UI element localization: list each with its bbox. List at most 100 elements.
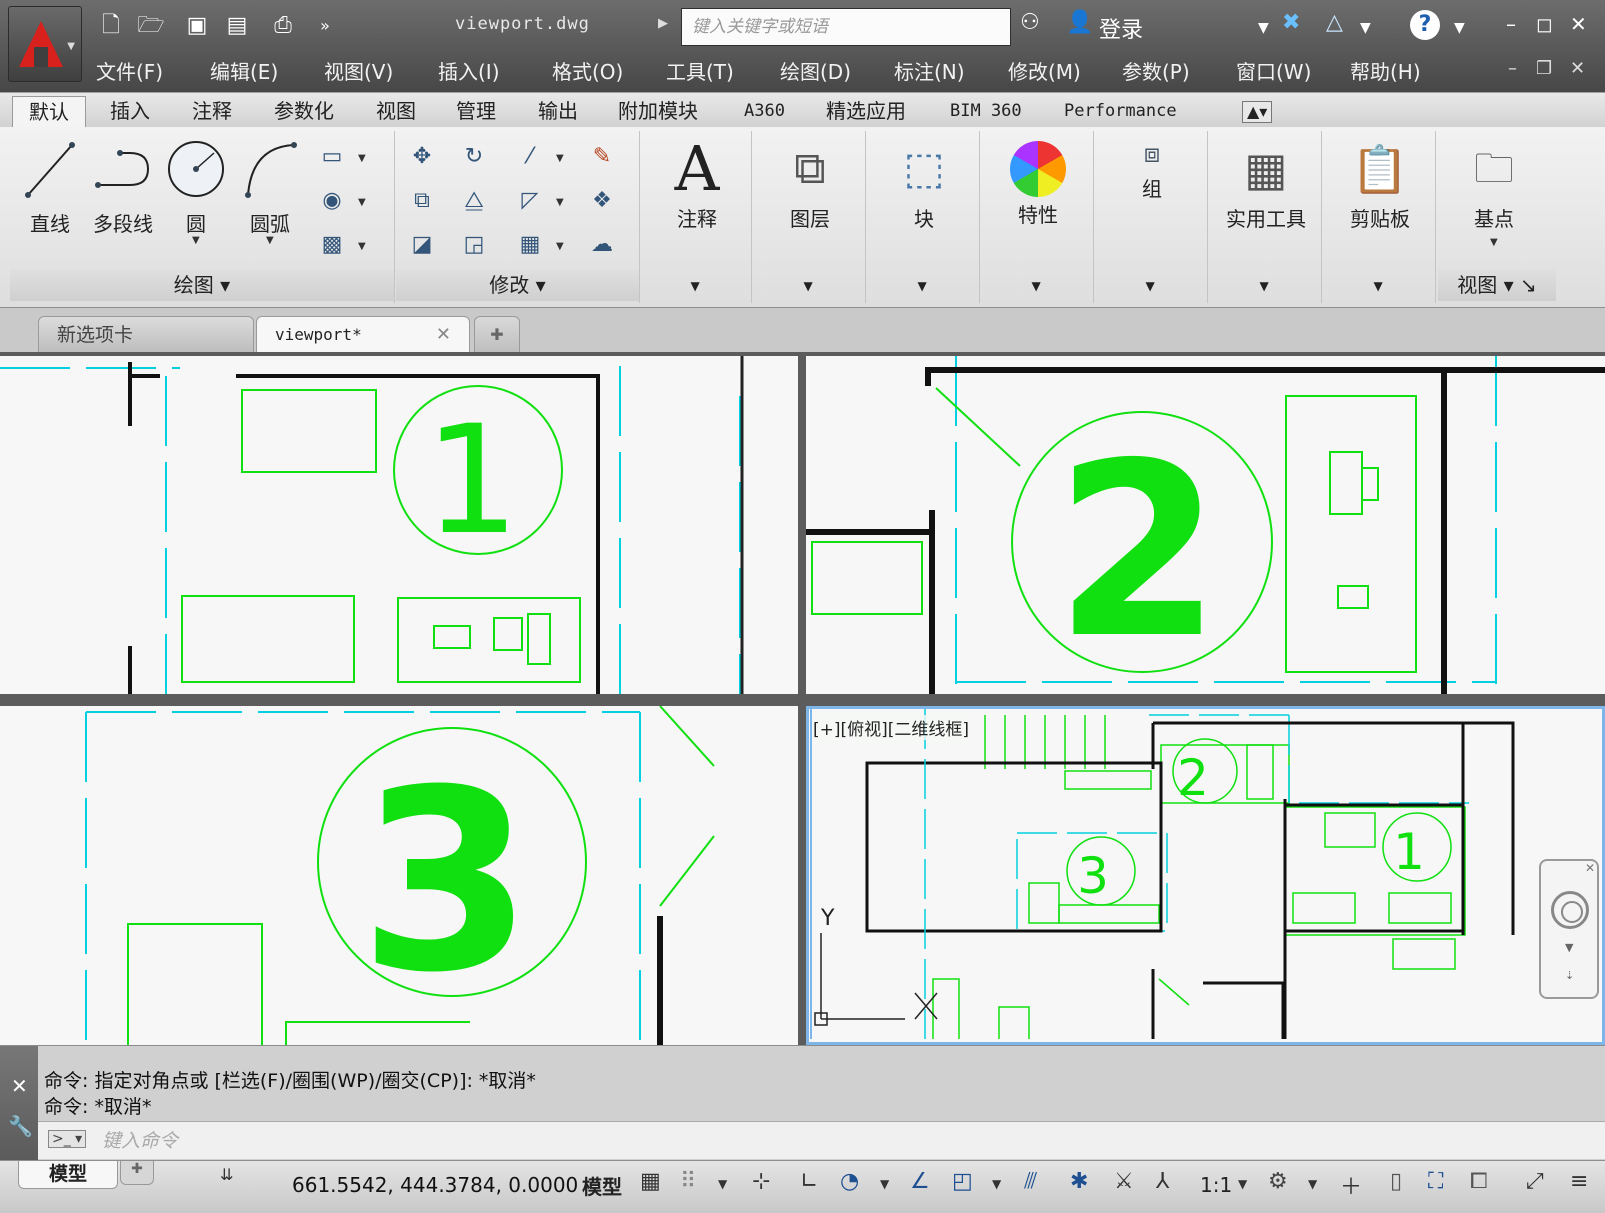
command-prompt-icon[interactable]: >_ ▾ (48, 1130, 87, 1148)
new-file-icon[interactable]: 🗋 (96, 12, 126, 40)
open-folder-icon[interactable]: 🗁 (136, 12, 166, 40)
annotation-visibility-icon[interactable]: ✱ (1070, 1169, 1088, 1194)
plus-icon[interactable]: ＋ (1340, 1169, 1362, 1201)
block-tool[interactable]: ⬚ 块 (868, 137, 980, 232)
navigation-bar[interactable]: ✕ ▼ ⇣ (1539, 859, 1599, 999)
isometric-icon[interactable]: ∠ (910, 1169, 930, 1194)
chevron-down-icon[interactable]: ▼ (992, 1177, 1001, 1191)
search-input[interactable] (681, 8, 1011, 46)
arc-tool[interactable]: 圆弧 ▼ (240, 139, 300, 246)
object-snap-icon[interactable]: ◰ (952, 1169, 973, 1194)
erase-icon[interactable]: ✎ (586, 141, 618, 173)
tab-featured-apps[interactable]: 精选应用 (826, 96, 906, 128)
mirror-icon[interactable]: ⧋ (458, 185, 490, 217)
move-icon[interactable]: ✥ (406, 141, 438, 173)
add-layout-button[interactable]: ✚ (120, 1161, 154, 1185)
menu-help[interactable]: 帮助(H) (1350, 52, 1464, 88)
chevron-down-icon[interactable]: ▼ (1238, 1177, 1247, 1191)
add-tab-button[interactable]: ✚ (474, 316, 520, 354)
fillet-icon[interactable]: ◸ (514, 185, 546, 217)
stretch-icon[interactable]: ◪ (406, 229, 438, 261)
tab-insert[interactable]: 插入 (110, 96, 150, 128)
a360-icon[interactable]: △ (1326, 10, 1343, 35)
line-tool[interactable]: 直线 (20, 139, 80, 237)
menu-modify[interactable]: 修改(M) (1008, 52, 1122, 88)
menu-draw[interactable]: 绘图(D) (780, 52, 894, 88)
annotation-tool[interactable]: A 注释 (642, 137, 752, 232)
auto-scale-icon[interactable]: ⚔ (1114, 1169, 1134, 1194)
modify-panel-title[interactable]: 修改 ▾ (396, 269, 639, 301)
ortho-icon[interactable]: ∟ (800, 1169, 818, 1194)
chevron-down-icon[interactable]: ▼ (1565, 941, 1573, 954)
tab-view[interactable]: 视图 (376, 96, 416, 128)
tab-annotate[interactable]: 注释 (192, 96, 232, 128)
viewport-2[interactable]: 2 (806, 356, 1605, 694)
chevron-down-icon[interactable]: ▼ (880, 1177, 889, 1191)
tab-a360[interactable]: A360 (744, 96, 785, 128)
menu-dimension[interactable]: 标注(N) (894, 52, 1008, 88)
wrench-icon[interactable]: 🔧 (8, 1114, 33, 1138)
doc-minimize-icon[interactable]: – (1508, 58, 1517, 79)
array-icon[interactable]: ▦ (514, 229, 546, 261)
view-panel-title[interactable]: 视图 ▾ ↘ (1438, 269, 1556, 301)
model-space-button[interactable]: 模型 (582, 1171, 622, 1200)
viewport-1[interactable]: 1 (0, 356, 798, 694)
more-icon[interactable]: » (310, 12, 340, 40)
properties-tool[interactable]: 特性 (982, 137, 1094, 228)
chevron-down-icon[interactable]: ▼ (718, 1177, 727, 1191)
help-icon[interactable]: ? (1410, 10, 1440, 40)
close-icon[interactable]: ✕ (1585, 861, 1595, 875)
utilities-tool[interactable]: ▦ 实用工具 (1210, 137, 1322, 232)
rectangle-icon[interactable]: ▭ (316, 141, 348, 173)
tab-performance[interactable]: Performance (1064, 96, 1177, 128)
menu-edit[interactable]: 编辑(E) (210, 52, 324, 88)
lineweight-icon[interactable]: ⫻ (1024, 1169, 1037, 1194)
search-expand-icon[interactable]: ▶ (658, 16, 668, 31)
menu-format[interactable]: 格式(O) (552, 52, 666, 88)
menu-tools[interactable]: 工具(T) (666, 52, 780, 88)
chevron-down-icon[interactable]: ▼ (1454, 20, 1465, 36)
snap-icon[interactable]: ⠿ (680, 1169, 696, 1194)
save-icon[interactable]: ▣ (182, 12, 212, 40)
draw-panel-title[interactable]: 绘图 ▾ (10, 269, 394, 301)
chevron-down-icon[interactable]: ▼ (358, 241, 366, 252)
steering-wheel-icon[interactable] (1551, 891, 1589, 929)
close-icon[interactable]: ✕ (436, 317, 451, 353)
expand-layouts-icon[interactable]: ⇊ (220, 1165, 233, 1184)
chevron-down-icon[interactable]: ▼ (1308, 1177, 1317, 1191)
doc-restore-icon[interactable]: ❐ (1536, 58, 1552, 79)
menu-parameter[interactable]: 参数(P) (1122, 52, 1236, 88)
menu-view[interactable]: 视图(V) (324, 52, 438, 88)
maximize-icon[interactable]: ◻ (1536, 12, 1553, 36)
menu-file[interactable]: 文件(F) (96, 52, 210, 88)
viewport-controls-label[interactable]: [+][俯视][二维线框] (813, 715, 970, 740)
chevron-down-icon[interactable]: ▼ (1146, 279, 1155, 293)
chevron-down-icon[interactable]: ▼ (918, 279, 927, 293)
ellipse-icon[interactable]: ◉ (316, 185, 348, 217)
chevron-down-icon[interactable]: ▼ (691, 279, 700, 293)
chevron-down-icon[interactable]: ▼ (804, 279, 813, 293)
trim-icon[interactable]: ⁄ (514, 141, 546, 173)
tab-manage[interactable]: 管理 (456, 96, 496, 128)
layers-tool[interactable]: ⧉ 图层 (754, 137, 866, 232)
annotation-scale-icon[interactable]: ⅄ (1156, 1169, 1169, 1194)
chevron-down-icon[interactable]: ▼ (1374, 279, 1383, 293)
coordinates-readout[interactable]: 661.5542, 444.3784, 0.0000 (292, 1173, 578, 1197)
close-icon[interactable]: ✕ (11, 1074, 28, 1098)
grid-icon[interactable]: ▦ (640, 1169, 661, 1194)
clipboard-tool[interactable]: 📋 剪贴板 (1324, 137, 1436, 232)
application-menu-button[interactable]: ▼ (8, 6, 82, 82)
user-icon[interactable]: 👤 (1066, 10, 1093, 35)
fullscreen-icon[interactable]: ⤢ (1526, 1169, 1544, 1194)
group-tool[interactable]: ⧈ 组 (1096, 137, 1208, 202)
command-input[interactable] (102, 1126, 802, 1156)
login-button[interactable]: 登录 (1099, 12, 1143, 44)
chevron-down-icon[interactable]: ▼ (556, 197, 564, 208)
tab-default[interactable]: 默认 (12, 96, 86, 128)
chevron-down-icon[interactable]: ▼ (358, 153, 366, 164)
print-icon[interactable]: ⎙ (268, 12, 298, 40)
menu-insert[interactable]: 插入(I) (438, 52, 552, 88)
drawing-area[interactable]: 1 2 3 Y 2 3 1 [+][俯视][二维线框] ✕ ▼ ⇣ (0, 352, 1605, 1045)
menu-window[interactable]: 窗口(W) (1236, 52, 1350, 88)
binoculars-icon[interactable]: ⚇ (1020, 10, 1040, 35)
